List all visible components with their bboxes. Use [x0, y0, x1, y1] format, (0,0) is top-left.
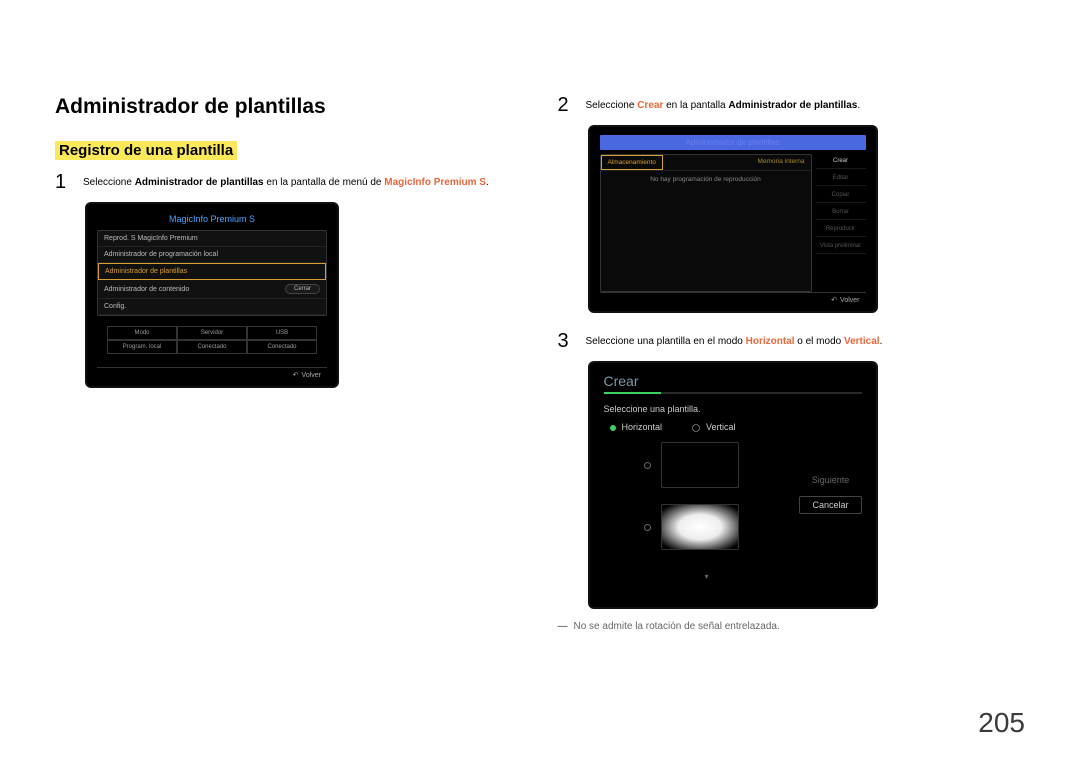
table-cell: USB: [247, 326, 317, 340]
opt-horizontal: Horizontal: [610, 422, 663, 432]
cerrar-button: Cerrar: [285, 284, 320, 294]
menu-item: Config.: [98, 299, 326, 315]
side-editar: Editar: [816, 171, 866, 186]
step-text: Seleccione Crear en la pantalla Administ…: [586, 95, 861, 112]
template-thumb: [661, 504, 739, 550]
chevron-down-icon: ▾: [644, 572, 770, 581]
template-radio: [644, 524, 651, 531]
back-icon: [293, 372, 302, 379]
side-copiar: Copiar: [816, 188, 866, 203]
page-title: Administrador de plantillas: [55, 95, 528, 119]
siguiente-button: Siguiente: [799, 472, 861, 488]
mock2-title: Administrador de plantillas: [600, 135, 866, 150]
step-1: 1 Seleccione Administrador de plantillas…: [55, 172, 528, 192]
table-cell: Conectado: [177, 340, 247, 354]
back-icon: [831, 297, 840, 304]
storage-tab: Almacenamiento: [601, 155, 663, 170]
mock1-title: MagicInfo Premium S: [93, 210, 331, 230]
menu-item: Administrador de programación local: [98, 247, 326, 263]
table-cell: Conectado: [247, 340, 317, 354]
screenshot-magicinfo-menu: MagicInfo Premium S Reprod. S MagicInfo …: [85, 202, 339, 388]
step-3: 3 Seleccione una plantilla en el modo Ho…: [558, 331, 1031, 351]
menu-item: Reprod. S MagicInfo Premium: [98, 231, 326, 247]
accent-bar: [604, 392, 862, 394]
menu-item-selected: Administrador de plantillas: [98, 263, 326, 280]
table-cell: Program. local: [107, 340, 177, 354]
crear-sub: Seleccione una plantilla.: [604, 404, 862, 414]
page-number: 205: [978, 707, 1025, 739]
side-crear: Crear: [816, 154, 866, 169]
memory-tab: Memoria interna: [752, 155, 811, 170]
cancelar-button: Cancelar: [799, 496, 861, 514]
empty-msg: No hay programación de reproducción: [601, 170, 811, 188]
menu-item: Administrador de contenido Cerrar: [98, 280, 326, 299]
back-footer: Volver: [600, 292, 866, 305]
crear-header: Crear: [604, 373, 862, 392]
step-number: 2: [558, 95, 572, 115]
opt-vertical: Vertical: [692, 422, 736, 432]
table-cell: Servidor: [177, 326, 247, 340]
step-text: Seleccione una plantilla en el modo Hori…: [586, 331, 883, 348]
footnote: No se admite la rotación de señal entrel…: [558, 621, 1031, 632]
step-text: Seleccione Administrador de plantillas e…: [83, 172, 489, 189]
step-number: 1: [55, 172, 69, 192]
side-borrar: Borrar: [816, 205, 866, 220]
table-cell: Modo: [107, 326, 177, 340]
step-number: 3: [558, 331, 572, 351]
screenshot-create-template: Crear Seleccione una plantilla. Horizont…: [588, 361, 878, 609]
template-thumb: [661, 442, 739, 488]
step-2: 2 Seleccione Crear en la pantalla Admini…: [558, 95, 1031, 115]
back-footer: Volver: [97, 367, 327, 380]
screenshot-template-manager: Administrador de plantillas Almacenamien…: [588, 125, 878, 313]
side-vista: Vista preliminar: [816, 239, 866, 254]
subheading: Registro de una plantilla: [55, 141, 237, 160]
side-reproducir: Reproducir: [816, 222, 866, 237]
template-radio: [644, 462, 651, 469]
